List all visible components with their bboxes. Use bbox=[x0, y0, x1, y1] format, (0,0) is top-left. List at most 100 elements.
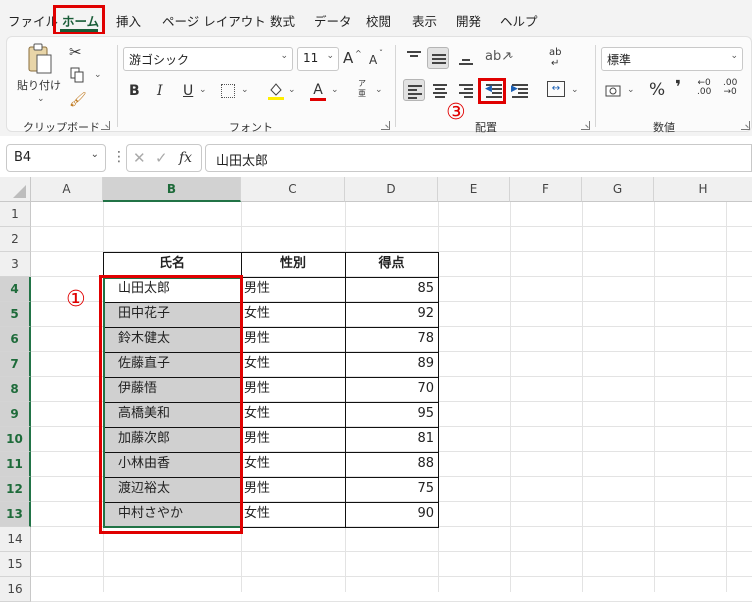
underline-button[interactable]: U bbox=[183, 82, 193, 100]
tab-file[interactable]: ファイル bbox=[8, 11, 58, 30]
row-header-9[interactable]: 9 bbox=[0, 402, 31, 427]
formula-actions: ✕ ✓ fx bbox=[126, 144, 202, 172]
menu-bar: ファイル ホーム 挿入 ページ レイアウト 数式 データ 校閲 表示 開発 ヘル… bbox=[0, 0, 752, 34]
number-launcher-icon[interactable] bbox=[741, 121, 750, 130]
row-header-16[interactable]: 16 bbox=[0, 577, 31, 602]
row-header-5[interactable]: 5 bbox=[0, 302, 31, 327]
italic-button[interactable]: I bbox=[157, 82, 163, 100]
row-header-7[interactable]: 7 bbox=[0, 352, 31, 377]
cut-icon[interactable]: ✂ bbox=[69, 43, 82, 61]
font-size-select[interactable]: 11 ⌄ bbox=[297, 47, 339, 71]
align-bottom-icon[interactable] bbox=[455, 47, 477, 69]
row-header-6[interactable]: 6 bbox=[0, 327, 31, 352]
copy-icon[interactable] bbox=[69, 67, 85, 88]
caret-up-icon: ^ bbox=[355, 49, 362, 58]
paste-dropdown-icon[interactable]: ⌄ bbox=[37, 94, 45, 104]
merge-center-icon[interactable]: ↔ bbox=[547, 81, 565, 97]
shrink-font-button[interactable]: A bbox=[369, 51, 377, 69]
increase-indent-icon[interactable]: ▶ bbox=[509, 79, 531, 101]
phonetic-dropdown-icon[interactable]: ⌄ bbox=[375, 85, 383, 95]
font-name-select[interactable]: 游ゴシック ⌄ bbox=[123, 47, 293, 71]
row-header-12[interactable]: 12 bbox=[0, 477, 31, 502]
row-header-3[interactable]: 3 bbox=[0, 252, 31, 277]
tab-review[interactable]: 校閲 bbox=[366, 11, 391, 30]
column-header-h[interactable]: H bbox=[654, 177, 752, 202]
name-box[interactable]: B4 ⌄ bbox=[6, 144, 106, 172]
step-3-marker: ③ bbox=[446, 100, 466, 125]
percent-button[interactable]: % bbox=[649, 81, 665, 99]
row-header-8[interactable]: 8 bbox=[0, 377, 31, 402]
borders-dropdown-icon[interactable]: ⌄ bbox=[241, 85, 249, 95]
name-box-value: B4 bbox=[14, 150, 32, 165]
align-center-icon[interactable] bbox=[429, 79, 451, 101]
tab-developer[interactable]: 開発 bbox=[456, 11, 481, 30]
column-header-f[interactable]: F bbox=[510, 177, 582, 202]
align-right-icon[interactable] bbox=[455, 79, 477, 101]
wrap-text-icon[interactable]: ab ↵ bbox=[549, 47, 561, 69]
font-size-value: 11 bbox=[303, 51, 319, 65]
chevron-down-icon: ⌄ bbox=[326, 51, 334, 61]
tab-help[interactable]: ヘルプ bbox=[500, 11, 538, 30]
select-all-corner[interactable] bbox=[0, 177, 31, 202]
underline-dropdown-icon[interactable]: ⌄ bbox=[199, 85, 207, 95]
selection-highlight bbox=[99, 275, 243, 534]
cancel-icon[interactable]: ✕ bbox=[133, 149, 146, 167]
row-header-2[interactable]: 2 bbox=[0, 227, 31, 252]
column-header-a[interactable]: A bbox=[31, 177, 103, 202]
borders-icon[interactable] bbox=[221, 84, 235, 98]
tab-view[interactable]: 表示 bbox=[412, 11, 437, 30]
chevron-down-icon: ⌄ bbox=[90, 149, 99, 160]
row-header-15[interactable]: 15 bbox=[0, 552, 31, 577]
decrease-decimal-icon[interactable]: .00 →0 bbox=[723, 79, 737, 97]
formula-input[interactable]: 山田太郎 bbox=[205, 144, 752, 172]
accounting-format-icon[interactable] bbox=[605, 83, 623, 104]
home-tab-highlight bbox=[53, 5, 105, 35]
copy-dropdown-icon[interactable]: ⌄ bbox=[94, 70, 102, 80]
format-painter-icon[interactable]: 🖌 bbox=[69, 91, 87, 109]
enter-icon[interactable]: ✓ bbox=[155, 149, 168, 167]
orientation-dropdown-icon[interactable]: ⌄ bbox=[507, 51, 515, 61]
align-left-icon[interactable] bbox=[403, 79, 425, 101]
number-format-select[interactable]: 標準 ⌄ bbox=[601, 47, 743, 71]
row-header-1[interactable]: 1 bbox=[0, 202, 31, 227]
row-header-14[interactable]: 14 bbox=[0, 527, 31, 552]
phonetic-guide-icon[interactable]: ア亜 bbox=[355, 79, 369, 99]
fill-color-icon[interactable] bbox=[267, 81, 285, 106]
comma-style-button[interactable]: ❜ bbox=[675, 79, 681, 97]
caret-down-small-icon: ˇ bbox=[379, 49, 383, 58]
row-header-13[interactable]: 13 bbox=[0, 502, 31, 527]
more-options-icon[interactable]: ⋮ bbox=[112, 148, 126, 166]
tab-insert[interactable]: 挿入 bbox=[116, 11, 141, 30]
fill-color-dropdown-icon[interactable]: ⌄ bbox=[288, 85, 296, 95]
column-header-b[interactable]: B bbox=[103, 177, 241, 202]
tab-data[interactable]: データ bbox=[314, 11, 352, 30]
number-group-label: 数値 bbox=[653, 121, 675, 134]
row-header-11[interactable]: 11 bbox=[0, 452, 31, 477]
paste-icon[interactable] bbox=[25, 43, 53, 75]
row-header-10[interactable]: 10 bbox=[0, 427, 31, 452]
tab-formulas[interactable]: 数式 bbox=[270, 11, 295, 30]
column-header-g[interactable]: G bbox=[582, 177, 654, 202]
font-color-dropdown-icon[interactable]: ⌄ bbox=[331, 85, 339, 95]
insert-function-button[interactable]: fx bbox=[179, 149, 192, 167]
font-launcher-icon[interactable] bbox=[381, 121, 390, 130]
grow-font-button[interactable]: A bbox=[343, 49, 353, 67]
paste-button[interactable]: 貼り付け bbox=[17, 77, 61, 95]
formula-value: 山田太郎 bbox=[216, 154, 269, 169]
accounting-dropdown-icon[interactable]: ⌄ bbox=[627, 85, 635, 95]
font-color-button[interactable]: A bbox=[309, 81, 327, 101]
alignment-launcher-icon[interactable] bbox=[581, 121, 590, 130]
align-top-icon[interactable] bbox=[403, 47, 425, 69]
clipboard-group-label: クリップボード bbox=[23, 121, 100, 134]
increase-decimal-icon[interactable]: ←0.00 bbox=[697, 79, 711, 97]
column-header-d[interactable]: D bbox=[345, 177, 438, 202]
column-header-c[interactable]: C bbox=[241, 177, 345, 202]
column-header-e[interactable]: E bbox=[438, 177, 510, 202]
clipboard-launcher-icon[interactable] bbox=[101, 121, 110, 130]
align-middle-icon[interactable] bbox=[427, 47, 449, 69]
tab-page-layout[interactable]: ページ レイアウト bbox=[162, 11, 266, 30]
row-header-4[interactable]: 4 bbox=[0, 277, 31, 302]
formula-bar: B4 ⌄ ⋮ ✕ ✓ fx 山田太郎 bbox=[0, 140, 752, 176]
merge-dropdown-icon[interactable]: ⌄ bbox=[571, 85, 579, 95]
bold-button[interactable]: B bbox=[129, 82, 140, 100]
